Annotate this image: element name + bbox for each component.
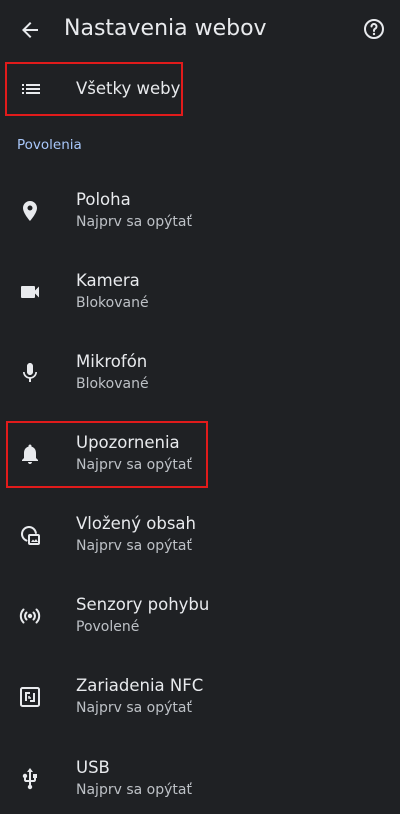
permission-label: Poloha	[76, 190, 131, 209]
permission-item-microphone[interactable]: Mikrofón Blokované	[0, 334, 400, 414]
arrow-back-icon	[18, 18, 42, 42]
permission-item-nfc[interactable]: Zariadenia NFC Najprv sa opýtať	[0, 658, 400, 738]
permission-label: Mikrofón	[76, 352, 148, 371]
embedded-content-icon	[18, 523, 42, 547]
motion-sensor-icon	[18, 604, 42, 628]
permission-label: USB	[76, 758, 110, 777]
permission-item-usb[interactable]: USB Najprv sa opýtať	[0, 740, 400, 814]
permission-item-camera[interactable]: Kamera Blokované	[0, 253, 400, 333]
location-pin-icon	[18, 199, 42, 223]
permission-status: Najprv sa opýtať	[76, 214, 192, 230]
permission-status: Povolené	[76, 619, 140, 635]
page-title: Nastavenia webov	[64, 16, 267, 41]
permission-label: Zariadenia NFC	[76, 676, 204, 695]
permission-label: Vložený obsah	[76, 514, 196, 533]
app-bar: Nastavenia webov	[0, 0, 400, 58]
highlight-box	[5, 62, 183, 116]
highlight-box	[6, 421, 208, 488]
permission-item-embedded-content[interactable]: Vložený obsah Najprv sa opýtať	[0, 496, 400, 576]
back-button[interactable]	[10, 10, 50, 50]
permission-item-motion-sensors[interactable]: Senzory pohybu Povolené	[0, 577, 400, 657]
microphone-icon	[18, 361, 42, 385]
permission-status: Blokované	[76, 295, 149, 311]
permission-status: Blokované	[76, 376, 149, 392]
section-header-permissions: Povolenia	[17, 137, 82, 153]
permission-label: Senzory pohybu	[76, 595, 210, 614]
nfc-icon	[18, 685, 42, 709]
permission-status: Najprv sa opýtať	[76, 782, 192, 798]
permission-status: Najprv sa opýtať	[76, 538, 192, 554]
help-button[interactable]	[354, 9, 394, 49]
permission-item-location[interactable]: Poloha Najprv sa opýtať	[0, 172, 400, 252]
usb-icon	[18, 767, 42, 791]
videocam-icon	[18, 280, 42, 304]
permission-label: Kamera	[76, 271, 140, 290]
help-circle-icon	[362, 17, 386, 41]
permission-status: Najprv sa opýtať	[76, 700, 192, 716]
